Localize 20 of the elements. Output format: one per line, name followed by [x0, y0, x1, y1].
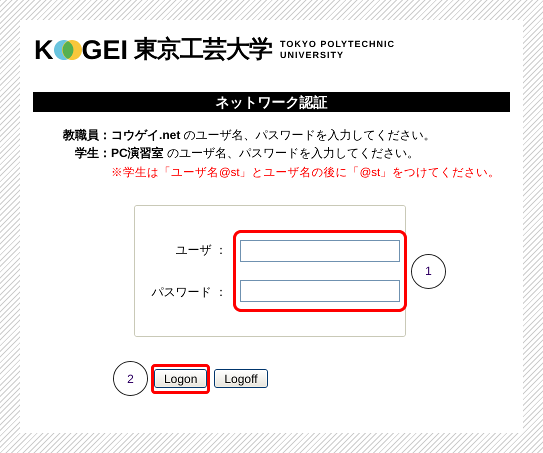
instruction-text: コウゲイ.net のユーザ名、パスワードを入力してください。: [111, 127, 436, 144]
note-text: ※学生は「ユーザ名@st」とユーザ名の後に「@st」をつけてください。: [111, 166, 502, 181]
input-field[interactable]: [240, 280, 400, 302]
title: ネットワーク認証: [216, 92, 328, 112]
logo-text: GEI: [82, 36, 128, 64]
field-label: ユーザ ：: [174, 242, 227, 259]
logo-name: 東京工芸大学: [134, 38, 272, 62]
field-label: パスワード ：: [152, 284, 227, 301]
logo-subtitle: UNIVERSITY: [280, 50, 346, 61]
callout-number: 1: [411, 254, 446, 288]
instruction-label: 教職員：: [62, 127, 111, 144]
form-button[interactable]: Logon: [154, 369, 208, 388]
form-button[interactable]: Logoff: [214, 369, 268, 388]
input-field[interactable]: [240, 240, 400, 262]
logo-text: K: [34, 36, 54, 64]
instruction-label: 学生：: [74, 145, 111, 162]
callout-number: 2: [113, 361, 148, 396]
logo-circles-icon: [54, 39, 82, 61]
logo-subtitle: TOKYO POLYTECHNIC: [280, 39, 396, 50]
instruction-text: PC演習室 のユーザ名、パスワードを入力してください。: [111, 145, 420, 162]
